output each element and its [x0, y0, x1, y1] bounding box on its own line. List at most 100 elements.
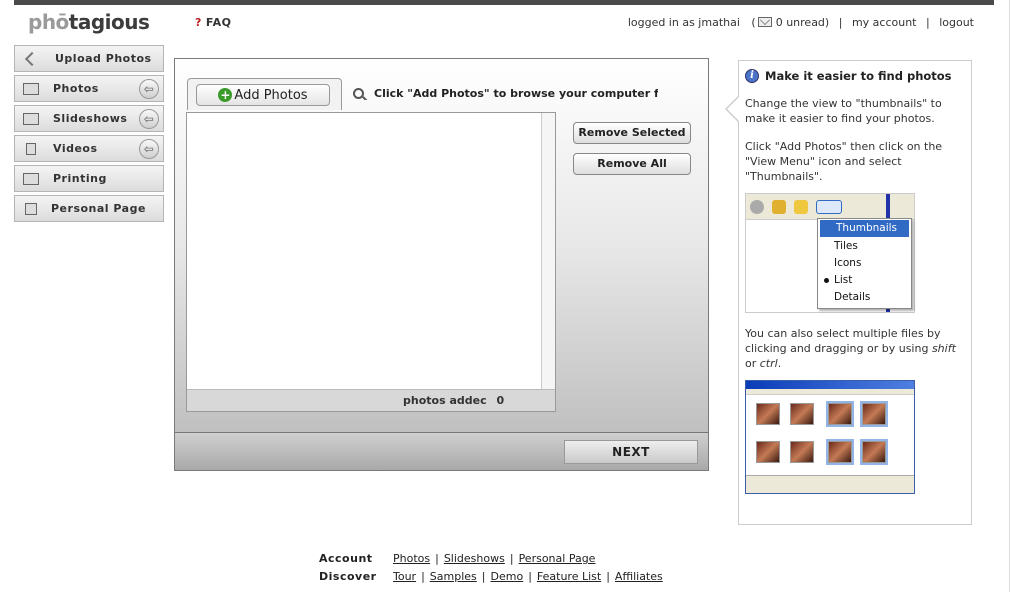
footer-link-personal-page[interactable]: Personal Page	[519, 550, 596, 568]
camera-icon	[23, 82, 39, 95]
sidebar-item-label: Printing	[53, 172, 107, 185]
help-shift: shift	[931, 342, 956, 355]
photo-thumbnail	[756, 441, 780, 463]
view-menu-icon	[816, 200, 842, 214]
upload-arrow-icon	[24, 51, 40, 66]
separator: |	[528, 570, 532, 583]
expand-arrow-icon[interactable]: ⇦	[139, 139, 159, 159]
question-icon: ?	[195, 16, 202, 29]
photo-thumbnail	[790, 403, 814, 425]
add-photos-button[interactable]: + Add Photos	[196, 84, 330, 106]
top-bar	[14, 0, 994, 5]
menu-item-list: List	[818, 272, 911, 289]
sidebar-item-label: Slideshows	[53, 112, 128, 125]
help-p3-b: or	[745, 357, 760, 370]
my-account-link[interactable]: my account	[852, 16, 917, 29]
sidebar-item-label: Personal Page	[51, 202, 146, 215]
sidebar: Upload Photos Photos ⇦ Slideshows ⇦ Vide…	[14, 45, 164, 225]
footer-link-slideshows[interactable]: Slideshows	[444, 550, 505, 568]
upload-hint: Click "Add Photos" to browse your comput…	[353, 87, 658, 100]
sidebar-item-label: Upload Photos	[55, 52, 152, 65]
back-icon	[750, 200, 764, 214]
photos-added-label: photos addec	[403, 394, 487, 407]
footer-row-account: Account Photos | Slideshows | Personal Pag…	[319, 550, 663, 568]
file-list[interactable]: photos addec 0	[186, 112, 556, 412]
logo-part1: phō	[28, 10, 69, 34]
multi-select-screenshot	[745, 380, 915, 494]
up-folder-icon	[772, 200, 786, 214]
footer-links: Account Photos | Slideshows | Personal Pag…	[319, 550, 663, 586]
footer-label: Account	[319, 552, 373, 565]
photo-thumbnail	[826, 439, 854, 465]
sidebar-item-slideshows[interactable]: Slideshows ⇦	[14, 105, 164, 132]
dialog-titlebar	[746, 381, 914, 389]
help-ctrl: ctrl	[759, 357, 778, 370]
new-folder-icon	[794, 200, 808, 214]
sidebar-item-videos[interactable]: Videos ⇦	[14, 135, 164, 162]
view-menu-screenshot: Thumbnails Tiles Icons List Details	[745, 193, 915, 313]
logged-in-text: logged in as jmathai	[627, 16, 740, 29]
faq-link[interactable]: ? FAQ	[195, 16, 232, 29]
separator: |	[838, 16, 843, 29]
menu-item-icons: Icons	[834, 257, 862, 269]
help-p3-c: .	[777, 357, 782, 370]
upload-panel: + Add Photos Click "Add Photos" to brows…	[174, 58, 709, 471]
footer-link-feature-list[interactable]: Feature List	[537, 568, 601, 586]
remove-selected-button[interactable]: Remove Selected	[573, 122, 691, 144]
photagious-logo[interactable]: phōtagious	[28, 10, 150, 34]
mail-icon[interactable]	[757, 17, 772, 27]
add-photos-label: Add Photos	[234, 87, 308, 103]
separator: |	[925, 16, 930, 29]
sidebar-item-upload-photos[interactable]: Upload Photos	[14, 45, 164, 72]
footer-link-photos[interactable]: Photos	[393, 550, 430, 568]
photo-thumbnail	[826, 401, 854, 427]
footer-link-samples[interactable]: Samples	[430, 568, 477, 586]
dialog-filename-bar	[746, 475, 914, 493]
separator: |	[606, 570, 610, 583]
unread-count[interactable]: 0 unread)	[776, 16, 830, 29]
help-paragraph-3: You can also select multiple files by cl…	[745, 326, 965, 371]
sidebar-item-photos[interactable]: Photos ⇦	[14, 75, 164, 102]
footer-link-demo[interactable]: Demo	[491, 568, 524, 586]
photos-added-count: 0	[496, 394, 505, 407]
footer-link-affiliates[interactable]: Affiliates	[615, 568, 663, 586]
sidebar-item-personal-page[interactable]: Personal Page	[14, 195, 164, 222]
expand-arrow-icon[interactable]: ⇦	[139, 109, 159, 129]
help-p3-a: You can also select multiple files by cl…	[745, 327, 941, 355]
sidebar-item-label: Photos	[53, 82, 99, 95]
add-icon: +	[218, 88, 233, 102]
page-icon	[25, 202, 37, 215]
menu-item-tiles: Tiles	[834, 240, 858, 252]
help-box: i Make it easier to find photos Change t…	[725, 60, 972, 525]
photo-thumbnail	[860, 401, 888, 427]
photos-added-status: photos addec 0	[187, 389, 555, 411]
film-icon	[26, 142, 36, 155]
menu-item-thumbnails: Thumbnails	[820, 220, 909, 237]
add-photos-tab: + Add Photos	[187, 78, 342, 110]
remove-all-button[interactable]: Remove All	[573, 153, 691, 175]
slideshow-icon	[23, 112, 39, 125]
next-button[interactable]: NEXT	[564, 440, 698, 464]
view-menu: Thumbnails Tiles Icons List Details	[817, 218, 912, 309]
menu-item-details: Details	[834, 291, 871, 303]
sidebar-item-printing[interactable]: Printing	[14, 165, 164, 192]
dialog-bar	[746, 389, 914, 395]
help-title-row: i Make it easier to find photos	[745, 69, 965, 83]
printer-icon	[23, 172, 39, 185]
magnifier-icon	[353, 88, 364, 99]
separator: |	[481, 570, 486, 583]
hint-text: Click "Add Photos" to browse your comput…	[374, 87, 658, 100]
help-paragraph-2: Click "Add Photos" then click on the "Vi…	[745, 140, 943, 183]
expand-arrow-icon[interactable]: ⇦	[139, 79, 159, 99]
help-paragraph-1: Change the view to "thumbnails" to make …	[745, 97, 942, 125]
file-list-scrollbar[interactable]	[541, 113, 555, 391]
separator: |	[435, 552, 439, 565]
footer-link-tour[interactable]: Tour	[393, 568, 416, 586]
photo-thumbnail	[790, 441, 814, 463]
separator: |	[509, 552, 514, 565]
separator: |	[421, 570, 425, 583]
footer-row-discover: Discover Tour | Samples | Demo | Feature Li…	[319, 568, 663, 586]
account-links: logged in as jmathai (0 unread) | my acc…	[628, 16, 974, 29]
photo-thumbnail	[860, 439, 888, 465]
logout-link[interactable]: logout	[939, 16, 974, 29]
